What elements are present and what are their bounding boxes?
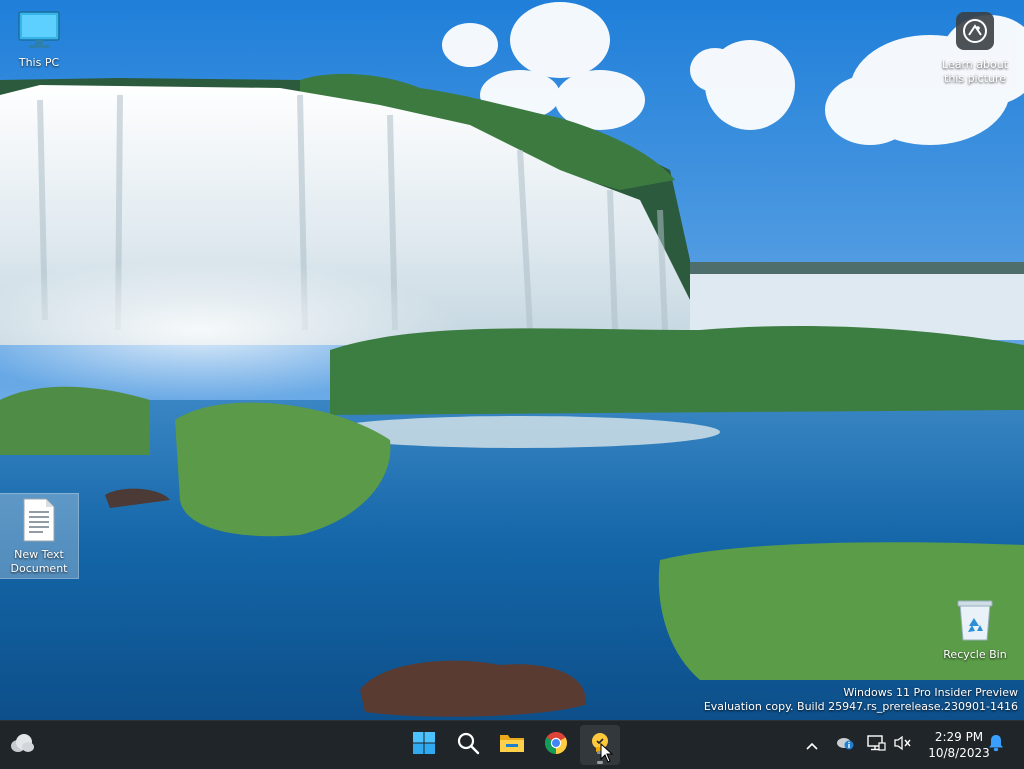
onedrive-tray-button[interactable]: [834, 721, 856, 769]
search-button[interactable]: [448, 725, 488, 765]
desktop-icon-label: This PC: [18, 56, 60, 69]
file-explorer-icon: [499, 732, 525, 758]
chrome-button[interactable]: [536, 725, 576, 765]
onedrive-icon: [835, 735, 855, 755]
desktop-icon-label: Learn about this picture: [942, 58, 1008, 85]
widgets-button[interactable]: [2, 725, 42, 765]
desktop-icon-label: Recycle Bin: [943, 648, 1007, 661]
desktop-icon-this-pc[interactable]: This PC: [0, 10, 78, 70]
mouse-cursor-icon: [600, 743, 614, 763]
chrome-icon: [544, 731, 568, 759]
search-icon: [456, 731, 480, 759]
taskbar: 2:29 PM 10/8/2023: [0, 720, 1024, 769]
volume-tray-button[interactable]: [892, 721, 914, 769]
text-document-icon: [0, 494, 78, 546]
desktop-icon-learn-about-this-picture[interactable]: Learn about this picture: [936, 10, 1014, 86]
volume-muted-icon: [894, 735, 912, 755]
notification-bell-icon: [988, 734, 1004, 756]
network-tray-button[interactable]: [864, 721, 888, 769]
weather-cloud-icon: [9, 732, 35, 758]
start-button[interactable]: [404, 725, 444, 765]
windows-start-icon: [412, 731, 436, 759]
chevron-up-icon: [805, 736, 819, 755]
learn-about-picture-icon: [936, 10, 1014, 56]
file-explorer-button[interactable]: [492, 725, 532, 765]
network-icon: [866, 735, 886, 755]
notification-center-button[interactable]: [984, 721, 1008, 769]
desktop-wallpaper: [0, 0, 1024, 720]
desktop-icon-recycle-bin[interactable]: Recycle Bin: [936, 598, 1014, 662]
desktop-icon-new-text-document[interactable]: New Text Document: [0, 493, 79, 579]
watermark-line-build: Evaluation copy. Build 25947.rs_prerelea…: [703, 700, 1018, 713]
build-watermark: Windows 11 Pro Insider Preview Evaluatio…: [704, 686, 1018, 714]
recycle-bin-icon: [936, 598, 1014, 646]
desktop-icon-label: New Text Document: [10, 548, 68, 575]
watermark-line-edition: Windows 11 Pro Insider Preview: [843, 686, 1018, 699]
show-hidden-icons-button[interactable]: [802, 721, 822, 769]
this-pc-icon: [0, 10, 78, 54]
